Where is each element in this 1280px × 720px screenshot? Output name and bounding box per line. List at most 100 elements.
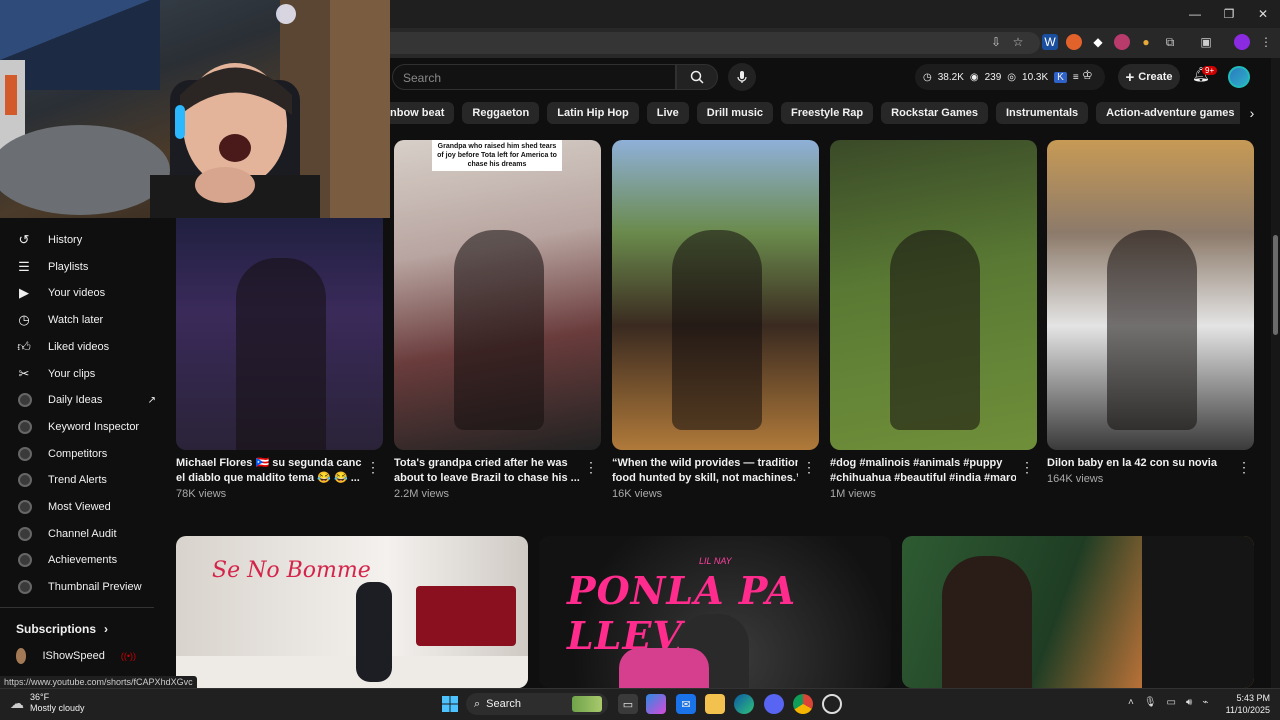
sidebar-item-most-viewed[interactable]: Most Viewed	[16, 495, 156, 519]
chip[interactable]: Drill music	[696, 102, 773, 124]
short-thumbnail[interactable]: Grandpa who raised him shed tears of joy…	[394, 140, 601, 450]
system-tray[interactable]: ˄ 🎙︎ ▭ 🔊︎ ⌁	[1128, 697, 1208, 708]
short-thumbnail[interactable]	[830, 140, 1037, 450]
cloud-icon: ☁	[10, 694, 24, 711]
copilot-icon[interactable]	[646, 694, 666, 714]
taskbar-clock[interactable]: 5:43 PM 11/10/2025	[1214, 692, 1270, 716]
volume-icon[interactable]: 🔊︎	[1186, 697, 1192, 708]
star-icon[interactable]: ☆	[1010, 34, 1026, 50]
sidebar-item-channel-audit[interactable]: Channel Audit	[16, 522, 156, 546]
thumbnail-caption: Grandpa who raised him shed tears of joy…	[432, 140, 562, 171]
chip[interactable]: Instrumentals	[995, 102, 1089, 124]
task-view-icon[interactable]: ▭	[618, 694, 638, 714]
sidebar-item-competitors[interactable]: Competitors	[16, 442, 156, 466]
sidebar-item-playlists[interactable]: ☰ Playlists	[16, 255, 156, 279]
sidebar-item-history[interactable]: ↺ History	[16, 228, 156, 252]
award-icon[interactable]: ♔	[1082, 68, 1093, 82]
puzzle-icon[interactable]: ⧉	[1162, 34, 1178, 50]
chip[interactable]: Action-adventure games	[1096, 102, 1240, 124]
outlook-icon[interactable]: ✉	[676, 694, 696, 714]
more-options-icon[interactable]: ⋮	[1237, 459, 1251, 476]
extension-orange-icon[interactable]	[1066, 34, 1082, 50]
avatar[interactable]	[1228, 66, 1250, 88]
chip[interactable]: Live	[646, 102, 689, 124]
browser-menu-icon[interactable]: ⋮	[1258, 34, 1274, 50]
sidebar-item-label: Your clips	[48, 367, 96, 380]
install-icon[interactable]: ⇩	[988, 34, 1004, 50]
sidebar-item-your-videos[interactable]: ▶ Your videos	[16, 281, 156, 305]
short-thumbnail[interactable]	[176, 218, 383, 450]
sidebar-item-thumbnail-preview[interactable]: Thumbnail Preview	[16, 575, 156, 599]
sidebar-item-label: Liked videos	[48, 340, 110, 353]
extension-diamond-icon[interactable]: ◆	[1090, 34, 1106, 50]
sidebar-item-daily-ideas[interactable]: Daily Ideas ↗	[16, 388, 156, 412]
more-options-icon[interactable]: ⋮	[366, 459, 380, 476]
short-thumbnail[interactable]	[1047, 140, 1254, 450]
sidebar-item-achievements[interactable]: Achievements	[16, 548, 156, 572]
weather-temp: 36°F	[30, 692, 50, 702]
windows-start-icon[interactable]	[440, 694, 460, 714]
subscriptions-header[interactable]: Subscriptions ›	[16, 622, 108, 636]
more-options-icon[interactable]: ⋮	[584, 459, 598, 476]
short-thumbnail[interactable]	[612, 140, 819, 450]
video-thumbnail[interactable]	[902, 536, 1254, 688]
short-title[interactable]: Tota's grandpa cried after he was about t…	[394, 456, 580, 486]
file-explorer-icon[interactable]	[705, 694, 725, 714]
short-title[interactable]: Dilon baby en la 42 con su novia	[1047, 456, 1233, 471]
chevron-right-icon[interactable]: ›	[1242, 102, 1262, 124]
channel-stats[interactable]: ◷ 38.2K ◉ 239 ◎ 10.3K K ≡	[915, 64, 1105, 90]
short-title[interactable]: Michael Flores 🇵🇷 su segunda canción el d…	[176, 456, 362, 486]
page-scrollbar[interactable]	[1271, 58, 1280, 688]
sidebar-item-watch-later[interactable]: ◷ Watch later	[16, 308, 156, 332]
short-title-line: “When the wild provides — traditional	[612, 457, 798, 469]
minimize-button[interactable]: —	[1178, 0, 1212, 28]
taskbar-search[interactable]: ⌕ Search	[466, 693, 608, 715]
sidebar-item-liked-videos[interactable]: 👍︎ Liked videos	[16, 335, 156, 359]
chevron-up-icon[interactable]: ˄	[1128, 697, 1134, 708]
video-thumbnail[interactable]: Se No Bomme	[176, 536, 528, 688]
chip[interactable]: nbow beat	[380, 102, 455, 124]
more-options-icon[interactable]: ⋮	[1020, 459, 1034, 476]
discord-icon[interactable]	[764, 694, 784, 714]
monitor-icon[interactable]: ▭	[1167, 697, 1176, 708]
chip[interactable]: Reggaeton	[462, 102, 540, 124]
extension-icon	[18, 473, 32, 488]
eye-icon: ◉	[969, 71, 979, 83]
chip[interactable]: Freestyle Rap	[781, 102, 874, 124]
chrome-icon[interactable]	[793, 694, 813, 714]
extension-badge-icon[interactable]: K	[1054, 71, 1067, 83]
search-button[interactable]	[676, 64, 718, 90]
obs-icon[interactable]	[822, 694, 842, 714]
edge-icon[interactable]	[734, 694, 754, 714]
sidebar-item-keyword-inspector[interactable]: Keyword Inspector	[16, 415, 156, 439]
extension-icon	[18, 419, 32, 434]
chip[interactable]: Rockstar Games	[881, 102, 988, 124]
your-videos-icon: ▶	[19, 285, 29, 301]
short-title[interactable]: #dog #malinois #animals #puppy #chihuahua…	[830, 456, 1016, 486]
create-button[interactable]: + Create	[1118, 64, 1180, 90]
search-input[interactable]: Search	[392, 64, 676, 90]
subscription-item-ishowspeed[interactable]: IShowSpeed ((•))	[16, 648, 136, 664]
extension-honey-icon[interactable]: ●	[1138, 34, 1154, 50]
video-thumbnail[interactable]: LIL NAY PONLA PA LLEVAR	[539, 536, 891, 688]
extension-pink-icon[interactable]	[1114, 34, 1130, 50]
chip[interactable]: Latin Hip Hop	[547, 102, 639, 124]
extension-w-icon[interactable]: W	[1042, 34, 1058, 50]
sidepanel-icon[interactable]: ▣	[1198, 34, 1214, 50]
voice-search-button[interactable]	[728, 63, 756, 91]
bars-icon[interactable]: ≡	[1073, 72, 1079, 83]
network-icon[interactable]: ⌁	[1202, 697, 1208, 708]
clock-icon: ◷	[923, 71, 932, 83]
restore-button[interactable]: ❐	[1212, 0, 1246, 28]
close-button[interactable]: ✕	[1246, 0, 1280, 28]
weather-widget[interactable]: ☁ 36°F Mostly cloudy	[10, 692, 85, 714]
mic-icon[interactable]: 🎙︎	[1144, 697, 1157, 708]
address-bar[interactable]	[380, 32, 1040, 54]
scrollbar-thumb[interactable]	[1273, 235, 1278, 335]
sidebar-item-trend-alerts[interactable]: Trend Alerts	[16, 468, 156, 492]
sidebar-item-your-clips[interactable]: ✂ Your clips	[16, 362, 156, 386]
short-title[interactable]: “When the wild provides — traditional foo…	[612, 456, 798, 486]
more-options-icon[interactable]: ⋮	[802, 459, 816, 476]
profile-icon[interactable]	[1234, 34, 1250, 50]
create-label: Create	[1138, 71, 1173, 83]
